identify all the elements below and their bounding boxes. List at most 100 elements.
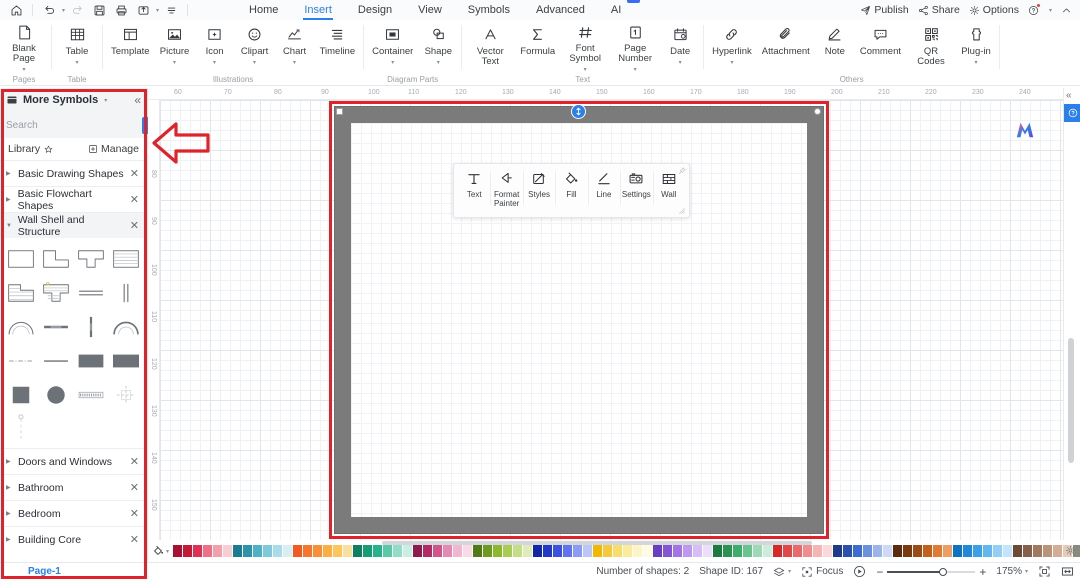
- container-button[interactable]: Container ▾: [367, 20, 418, 72]
- symbol-panel-caret[interactable]: ▾: [104, 97, 107, 104]
- color-swatch[interactable]: [423, 545, 433, 557]
- collapse-ribbon-button[interactable]: [1061, 5, 1072, 16]
- color-swatch[interactable]: [923, 545, 933, 557]
- color-swatch[interactable]: [283, 545, 293, 557]
- fill-color-button[interactable]: ▾: [152, 545, 169, 557]
- plugin-button[interactable]: Plug-in ▾: [956, 20, 996, 72]
- category-bathroom[interactable]: ▶ Bathroom ✕: [0, 474, 147, 500]
- color-swatch[interactable]: [573, 545, 583, 557]
- shape-item-wall-straight-thick[interactable]: [39, 312, 72, 342]
- color-swatch[interactable]: [443, 545, 453, 557]
- color-swatch[interactable]: [883, 545, 893, 557]
- qr-codes-button[interactable]: QR Codes: [906, 20, 956, 72]
- color-swatch[interactable]: [703, 545, 713, 557]
- color-swatch[interactable]: [343, 545, 353, 557]
- color-swatch[interactable]: [803, 545, 813, 557]
- color-swatch[interactable]: [193, 545, 203, 557]
- shape-item-wall-crosshair[interactable]: [110, 380, 143, 410]
- color-swatch[interactable]: [643, 545, 653, 557]
- chevron-double-left-icon[interactable]: «: [1066, 90, 1072, 101]
- color-swatch[interactable]: [233, 545, 243, 557]
- close-icon[interactable]: ✕: [130, 219, 139, 232]
- color-swatch[interactable]: [603, 545, 613, 557]
- note-button[interactable]: Note: [815, 20, 855, 72]
- context-fill-button[interactable]: Fill: [555, 170, 587, 212]
- layers-button[interactable]: ▾: [773, 566, 791, 578]
- color-swatch[interactable]: [293, 545, 303, 557]
- color-swatch[interactable]: [413, 545, 423, 557]
- color-swatch[interactable]: [773, 545, 783, 557]
- fit-page-button[interactable]: [1038, 565, 1051, 578]
- shape-item-wall-filled-rect-wide2[interactable]: [110, 346, 143, 376]
- chevron-down-icon[interactable]: ▾: [634, 67, 637, 73]
- hyperlink-button[interactable]: Hyperlink ▾: [707, 20, 757, 72]
- category-wall-shell-and-structure[interactable]: ▼ Wall Shell and Structure ✕: [0, 212, 147, 238]
- attachment-button[interactable]: Attachment: [757, 20, 815, 72]
- close-icon[interactable]: ✕: [130, 533, 139, 546]
- chevron-down-icon[interactable]: ▾: [173, 60, 176, 66]
- chevron-down-icon[interactable]: ▾: [584, 67, 587, 73]
- color-swatch[interactable]: [523, 545, 533, 557]
- formula-button[interactable]: Formula: [515, 20, 560, 72]
- shape-item-wall-dashed-center[interactable]: [4, 346, 37, 376]
- tab-ai[interactable]: AI hot: [598, 0, 641, 20]
- close-icon[interactable]: ✕: [130, 455, 139, 468]
- shape-item-wall-straight-line[interactable]: [39, 346, 72, 376]
- tab-view[interactable]: View: [405, 0, 455, 20]
- shape-item-wall-straight-double[interactable]: [75, 278, 108, 308]
- color-swatch[interactable]: [203, 545, 213, 557]
- clipart-button[interactable]: Clipart ▾: [235, 20, 275, 72]
- color-swatch[interactable]: [683, 545, 693, 557]
- shape-item-wall-filled-rect-wide[interactable]: [75, 346, 108, 376]
- fill-color-caret[interactable]: ▾: [166, 548, 169, 555]
- template-button[interactable]: Template: [106, 20, 155, 72]
- undo-caret[interactable]: ▾: [62, 7, 65, 14]
- color-swatch[interactable]: [213, 545, 223, 557]
- present-button[interactable]: [853, 565, 866, 578]
- color-swatch[interactable]: [943, 545, 953, 557]
- color-swatch[interactable]: [1053, 545, 1063, 557]
- shape-item-wall-l-shape[interactable]: [39, 244, 72, 274]
- chevron-down-icon[interactable]: ▾: [391, 60, 394, 66]
- color-swatch[interactable]: [393, 545, 403, 557]
- zoom-in-button[interactable]: +: [979, 565, 986, 579]
- close-icon[interactable]: ✕: [130, 167, 139, 180]
- font-symbol-button[interactable]: Font Symbol ▾: [560, 20, 610, 73]
- vertical-ruler[interactable]: 80 90 100 110 120 130 140 150: [148, 100, 160, 540]
- color-swatch[interactable]: [1043, 545, 1053, 557]
- shape-item-wall-t-shape[interactable]: [75, 244, 108, 274]
- help-button[interactable]: [1028, 3, 1040, 16]
- color-swatch[interactable]: [453, 545, 463, 557]
- shape-item-wall-vertical-double[interactable]: [110, 278, 143, 308]
- category-basic-drawing-shapes[interactable]: ▶ Basic Drawing Shapes ✕: [0, 160, 147, 186]
- shape-item-wall-arc-thick[interactable]: [110, 312, 143, 342]
- print-icon[interactable]: [111, 1, 131, 19]
- color-swatch[interactable]: [273, 545, 283, 557]
- fit-width-button[interactable]: [1061, 565, 1074, 578]
- chevron-down-icon[interactable]: ▾: [975, 60, 978, 66]
- timeline-button[interactable]: Timeline: [315, 20, 361, 72]
- resize-handle-top-right[interactable]: [814, 108, 821, 115]
- color-swatch[interactable]: [533, 545, 543, 557]
- tab-advanced[interactable]: Advanced: [523, 0, 598, 20]
- zoom-level-control[interactable]: 175% ▾: [996, 566, 1028, 577]
- manage-button[interactable]: Manage: [88, 143, 139, 155]
- tab-home[interactable]: Home: [236, 0, 291, 20]
- shape-item-wall-hatched-rect[interactable]: [110, 244, 143, 274]
- shape-item-wall-vertical-thin[interactable]: [75, 312, 108, 342]
- zoom-knob[interactable]: [939, 567, 948, 576]
- palette-horizontal-scrollbar[interactable]: [382, 541, 812, 545]
- context-settings-button[interactable]: Settings: [620, 170, 652, 212]
- resize-handle-top-left[interactable]: [336, 108, 343, 115]
- color-swatch[interactable]: [963, 545, 973, 557]
- color-swatch[interactable]: [863, 545, 873, 557]
- horizontal-ruler[interactable]: 60 70 80 90 100 110 120 130 140 150 160 …: [148, 88, 1063, 100]
- color-swatch[interactable]: [813, 545, 823, 557]
- color-swatch[interactable]: [933, 545, 943, 557]
- customize-icon[interactable]: [161, 1, 181, 19]
- tab-insert[interactable]: Insert: [291, 0, 345, 20]
- gear-icon[interactable]: [1065, 545, 1076, 556]
- color-swatch[interactable]: [713, 545, 723, 557]
- color-swatch[interactable]: [743, 545, 753, 557]
- export-icon[interactable]: [133, 1, 153, 19]
